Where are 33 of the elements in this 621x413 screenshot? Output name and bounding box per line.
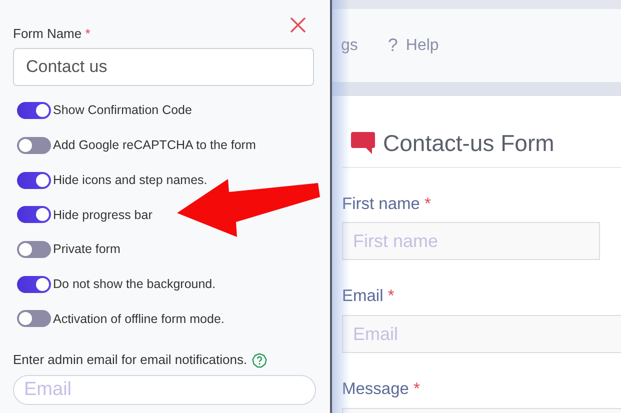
field-label: Message (342, 380, 410, 398)
text-field[interactable]: Email (342, 315, 621, 353)
help-icon[interactable] (252, 352, 268, 368)
form-title: Contact-us Form (383, 129, 554, 158)
text-field[interactable]: First name (342, 222, 600, 260)
toggle-label: Add Google reCAPTCHA to the form (53, 137, 256, 154)
toggle-label: Do not show the background. (53, 276, 216, 293)
toggle-label: Activation of offline form mode. (53, 310, 224, 328)
toggle-label: Private form (53, 241, 120, 258)
toggle-label: Show Confirmation Code (53, 102, 192, 120)
toggle-switch[interactable] (17, 276, 51, 293)
field-label: Email (342, 287, 384, 306)
nav-link[interactable]: ? Help (388, 32, 439, 59)
toggle-label: Hide icons and step names. (53, 172, 208, 189)
toggle-switch[interactable] (17, 172, 51, 189)
toggle-switch[interactable] (17, 102, 51, 120)
toggle-switch[interactable] (17, 241, 51, 258)
toggle-label: Hide progress bar (53, 206, 152, 224)
email-field[interactable]: Email (13, 374, 316, 405)
toggle-switch[interactable] (17, 310, 51, 328)
field-label: Enter admin email for email notifications. (13, 351, 248, 370)
nav-link[interactable]: gs (341, 34, 358, 58)
required-mark: * (388, 287, 394, 306)
help-icon: ? (388, 32, 398, 59)
toggle-switch[interactable] (17, 137, 51, 154)
form-name-field[interactable]: Contact us (13, 48, 314, 86)
field-label: First name (342, 194, 421, 212)
required-mark: * (414, 380, 420, 398)
toggle-switch[interactable] (17, 206, 51, 224)
chat-bubble-icon (351, 132, 375, 154)
required-mark: * (85, 26, 90, 41)
field-label: Form Name (13, 26, 83, 41)
required-mark: * (424, 194, 431, 212)
